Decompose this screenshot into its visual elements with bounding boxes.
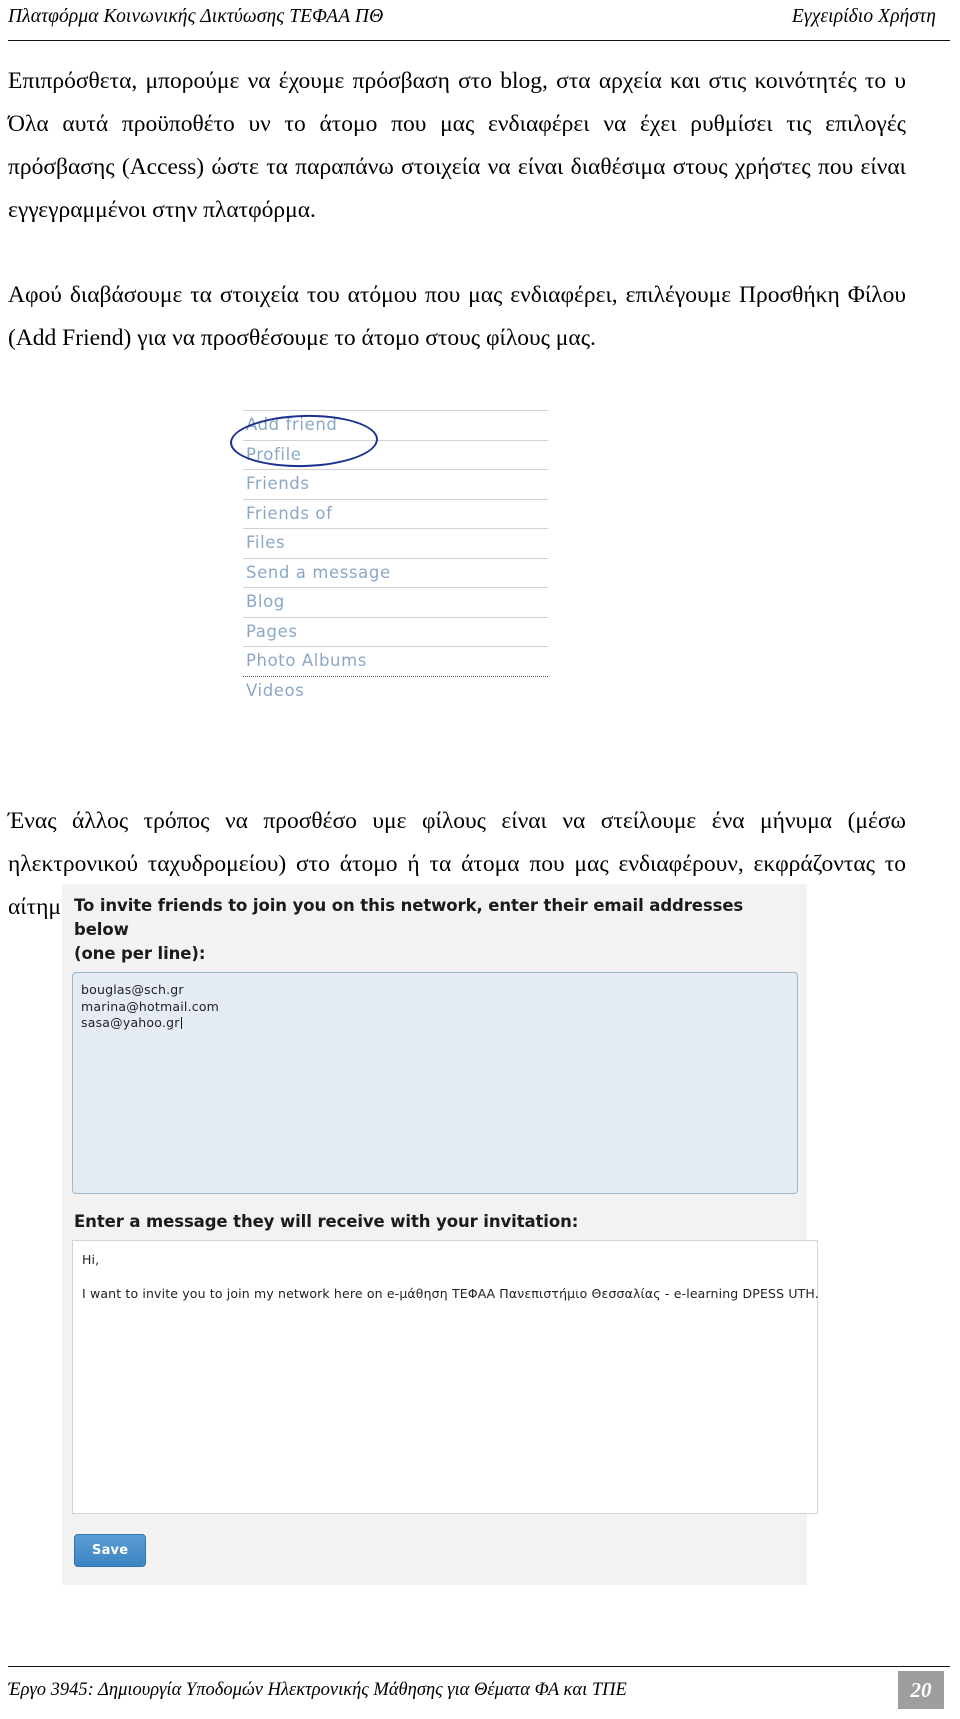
menu-item-label: Blog xyxy=(246,592,285,611)
menu-item-send-a-message[interactable]: Send a message xyxy=(243,557,548,588)
running-header: Πλατφόρμα Κοινωνικής Δικτύωσης ΤΕΦΑΑ ΠΘ … xyxy=(8,6,950,40)
save-button[interactable]: Save xyxy=(74,1534,147,1567)
email-line: sasa@yahoo.gr xyxy=(81,1015,180,1030)
menu-item-files[interactable]: Files xyxy=(243,528,548,558)
menu-item-label: Add friend xyxy=(246,415,338,434)
invitation-message-textarea[interactable]: Hi, I want to invite you to join my netw… xyxy=(72,1240,819,1514)
menu-item-friends-of[interactable]: Friends of xyxy=(243,498,548,529)
menu-item-label: Send a message xyxy=(246,562,391,582)
email-line: marina@hotmail.com xyxy=(81,998,220,1014)
menu-item-label: Friends of xyxy=(246,503,333,523)
document-page: Πλατφόρμα Κοινωνικής Δικτύωσης ΤΕΦΑΑ ΠΘ … xyxy=(0,0,960,1719)
menu-item-photo-albums[interactable]: Photo Albums xyxy=(243,646,548,676)
menu-item-label: Pages xyxy=(246,621,298,641)
message-line: Hi, xyxy=(82,1252,100,1267)
email-line-with-caret: sasa@yahoo.gr xyxy=(81,1015,789,1032)
page-content: Επιπρόσθετα, μπορούμε να έχουμε πρόσβαση… xyxy=(8,60,906,360)
footer-project-text: Έργο 3945: Δημιουργία Υποδομών Ηλεκτρονι… xyxy=(8,1679,627,1700)
invite-instruction: To invite friends to join you on this ne… xyxy=(74,894,797,966)
menu-item-label: Friends xyxy=(246,474,310,493)
email-line: bouglas@sch.gr xyxy=(81,982,184,997)
footer-divider xyxy=(8,1666,950,1667)
menu-item-add-friend[interactable]: Add friend xyxy=(229,410,548,469)
page-number-badge: 20 xyxy=(898,1671,944,1709)
menu-item-pages[interactable]: Pages xyxy=(243,616,548,647)
running-footer: Έργο 3945: Δημιουργία Υποδομών Ηλεκτρονι… xyxy=(8,1669,950,1711)
menu-item-blog[interactable]: Blog xyxy=(243,587,548,617)
text-cursor xyxy=(180,1017,182,1029)
menu-item-label: Files xyxy=(246,533,286,552)
invite-instruction-line-2: (one per line): xyxy=(74,944,206,963)
friend-menu-screenshot: Add friend Profile Friends Friends of Fi… xyxy=(229,410,548,706)
paragraph-add-friend: Αφού διαβάσουμε τα στοιχεία του ατόμου π… xyxy=(8,282,906,351)
header-left-title: Πλατφόρμα Κοινωνικής Δικτύωσης ΤΕΦΑΑ ΠΘ xyxy=(8,6,384,27)
form-actions: Save xyxy=(72,1534,797,1567)
menu-item-label: Photo Albums xyxy=(246,651,367,670)
menu-item-label: Profile xyxy=(246,444,302,464)
message-label: Enter a message they will receive with y… xyxy=(74,1212,579,1231)
email-addresses-textarea[interactable]: bouglas@sch.gr marina@hotmail.com sasa@y… xyxy=(72,972,798,1194)
header-right-title: Εγχειρίδιο Χρήστη xyxy=(791,6,936,27)
menu-item-videos[interactable]: Videos xyxy=(243,675,548,706)
message-line: I want to invite you to join my network … xyxy=(82,1286,819,1301)
menu-item-friends[interactable]: Friends xyxy=(243,469,548,499)
invite-form-screenshot: To invite friends to join you on this ne… xyxy=(62,884,819,1585)
invite-instruction-line-1: To invite friends to join you on this ne… xyxy=(74,896,744,939)
friend-menu-list: Add friend Profile Friends Friends of Fi… xyxy=(229,410,548,706)
menu-item-label: Videos xyxy=(246,680,305,700)
menu-item-profile[interactable]: Profile xyxy=(243,439,548,470)
paragraph-intro: Επιπρόσθετα, μπορούμε να έχουμε πρόσβαση… xyxy=(8,68,906,223)
header-divider xyxy=(8,40,950,41)
